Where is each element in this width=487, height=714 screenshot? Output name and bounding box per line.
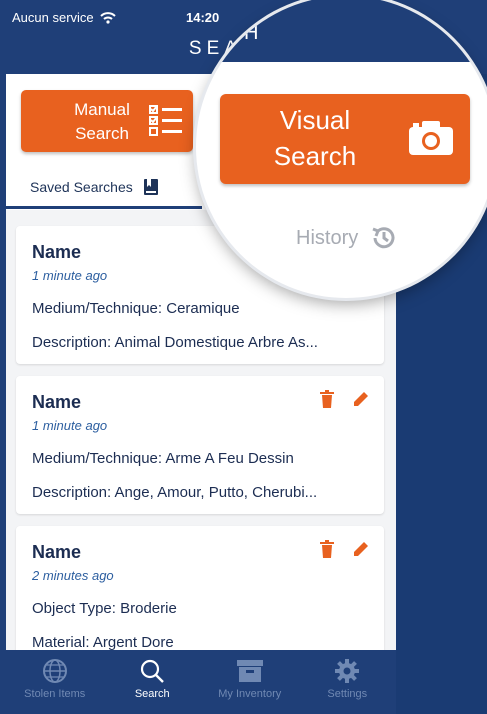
search-detail: Object Type: Broderie <box>32 600 177 617</box>
search-time: 1 minute ago <box>32 268 108 283</box>
saved-searches-label: Saved Searches <box>30 179 133 195</box>
edit-pencil-icon[interactable] <box>352 540 370 558</box>
search-time: 1 minute ago <box>32 418 108 433</box>
trash-icon[interactable] <box>320 540 334 558</box>
edit-pencil-icon[interactable] <box>352 390 370 408</box>
search-detail: Description: Animal Domestique Arbre As.… <box>32 334 318 351</box>
tab-saved-searches[interactable]: Saved Searches <box>30 178 159 196</box>
tab-settings[interactable]: Settings <box>299 650 397 714</box>
bookmark-book-icon <box>143 179 158 195</box>
bottom-tab-bar: Stolen Items Search My Inventory Setting… <box>6 650 396 714</box>
magnifier-callout: H Visual Search History <box>196 0 487 298</box>
search-detail: Material: Argent Dore <box>32 634 174 651</box>
tab-label: Settings <box>327 688 368 700</box>
camera-icon <box>409 121 453 155</box>
tab-label: Search <box>134 688 170 700</box>
search-time: 2 minutes ago <box>32 568 114 583</box>
search-detail: Description: Ange, Amour, Putto, Cherubi… <box>32 484 318 501</box>
gear-icon <box>335 659 360 683</box>
trash-icon[interactable] <box>320 390 334 408</box>
carrier-label: Aucun service <box>12 10 94 25</box>
search-name: Name <box>32 392 82 412</box>
search-detail: Medium/Technique: Arme A Feu Dessin <box>32 450 294 467</box>
history-label: History <box>296 226 359 249</box>
magnified-header: H <box>196 0 487 62</box>
archive-box-icon <box>236 660 263 682</box>
saved-search-card[interactable]: Name 1 minute ago Medium/Technique: Arme… <box>16 376 384 514</box>
visual-search-label: Visual Search <box>273 105 357 171</box>
search-name: Name <box>32 542 82 562</box>
active-tab-indicator <box>6 206 202 209</box>
tab-stolen-items[interactable]: Stolen Items <box>6 650 104 714</box>
tab-label: Stolen Items <box>24 688 86 700</box>
tab-label: My Inventory <box>218 688 282 700</box>
manual-search-button[interactable]: Manual Search <box>21 90 193 152</box>
checklist-icon <box>149 105 182 136</box>
wifi-icon <box>99 11 116 24</box>
visual-search-button[interactable]: Visual Search <box>220 94 470 184</box>
tab-search[interactable]: Search <box>104 650 202 714</box>
tab-history[interactable]: History <box>296 224 398 252</box>
history-clock-icon <box>372 227 395 249</box>
search-name: Name <box>32 242 82 262</box>
tab-my-inventory[interactable]: My Inventory <box>201 650 299 714</box>
carrier-status: Aucun service <box>12 10 116 25</box>
search-detail: Medium/Technique: Ceramique <box>32 300 240 317</box>
globe-icon <box>42 659 67 683</box>
magnified-title-fragment: H <box>244 22 265 44</box>
search-icon <box>141 659 165 683</box>
manual-search-label: Manual Search <box>74 100 130 143</box>
